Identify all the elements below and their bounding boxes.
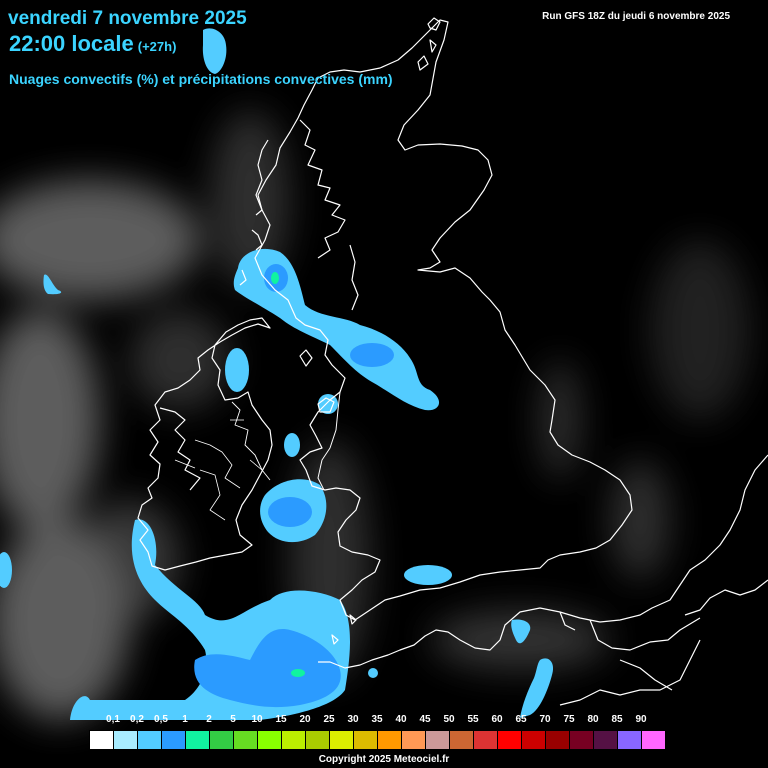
legend-swatch [281, 731, 305, 749]
precip-core-scotland-east [350, 343, 394, 367]
precip-area-scotland [233, 248, 440, 411]
legend-label: 10 [251, 714, 263, 725]
run-info: Run GFS 18Z du jeudi 6 novembre 2025 [542, 11, 730, 22]
legend-swatch [353, 731, 377, 749]
legend-label: 1 [182, 714, 188, 725]
legend-swatch [185, 731, 209, 749]
legend-label: 0,1 [106, 714, 120, 725]
legend-swatch [137, 731, 161, 749]
cloud-cover-layer [0, 110, 750, 720]
precip-cell-midlands [284, 433, 300, 457]
legend-label: 50 [443, 714, 455, 725]
legend-label: 90 [635, 714, 647, 725]
legend-swatch [545, 731, 569, 749]
map-subtitle: Nuages convectifs (%) et précipitations … [9, 71, 393, 87]
legend-swatch [377, 731, 401, 749]
legend-label: 45 [419, 714, 431, 725]
coast-isle-of-man [299, 349, 313, 367]
legend-swatch [113, 731, 137, 749]
legend-label: 20 [299, 714, 311, 725]
copyright: Copyright 2025 Meteociel.fr [318, 754, 450, 765]
legend-label: 35 [371, 714, 383, 725]
legend-label: 30 [347, 714, 359, 725]
legend-swatch [161, 731, 185, 749]
legend-label: 70 [539, 714, 551, 725]
legend-label: 5 [230, 714, 236, 725]
legend-swatch [329, 731, 353, 749]
legend-label: 40 [395, 714, 407, 725]
precip-green-southwest [291, 669, 305, 677]
legend-swatch [233, 731, 257, 749]
legend-labels: 0,1 0,2 0,5 1 2 5 10 15 20 25 30 35 40 45 50 55 60 65 70 75… [89, 714, 665, 728]
legend-label: 80 [587, 714, 599, 725]
coast-counties-ireland [174, 419, 263, 521]
coast-northern-isles [417, 17, 441, 71]
legend-swatch [473, 731, 497, 749]
legend-swatch [593, 731, 617, 749]
legend-label: 55 [467, 714, 479, 725]
legend-swatch [401, 731, 425, 749]
legend-swatch [257, 731, 281, 749]
legend-label: 65 [515, 714, 527, 725]
legend-swatch [425, 731, 449, 749]
forecast-offset: (+27h) [137, 39, 177, 54]
legend-label: 60 [491, 714, 503, 725]
precip-cell-ireland-north [225, 348, 249, 392]
precip-cell-brittany [368, 668, 378, 678]
legend-label: 25 [323, 714, 335, 725]
coast-scottish-lochs [299, 119, 359, 311]
precip-cell-irish-sea [318, 394, 338, 414]
legend-label: 0,5 [154, 714, 168, 725]
legend-swatch [449, 731, 473, 749]
legend-swatch [90, 731, 113, 749]
coast-ireland-border [231, 401, 271, 481]
legend-color-bar [89, 730, 666, 752]
legend-swatch [569, 731, 593, 749]
legend-swatch [641, 731, 665, 749]
legend-swatch [617, 731, 641, 749]
legend-label: 75 [563, 714, 575, 725]
legend-label: 15 [275, 714, 287, 725]
legend-label: 2 [206, 714, 212, 725]
legend-swatch [305, 731, 329, 749]
precip-core-wales [268, 497, 312, 527]
coast-ireland-detail [159, 407, 201, 491]
forecast-time: 22:00 locale (+27h) [9, 33, 176, 55]
precip-green-scotland [271, 272, 279, 284]
precip-cell-top [202, 28, 227, 75]
legend-swatch [497, 731, 521, 749]
legend-label: 85 [611, 714, 623, 725]
legend-swatch [521, 731, 545, 749]
forecast-date: vendredi 7 novembre 2025 [8, 8, 247, 29]
forecast-time-value: 22:00 locale [9, 31, 134, 56]
legend-label: 0,2 [130, 714, 144, 725]
legend-swatch [209, 731, 233, 749]
forecast-map [0, 17, 768, 720]
precip-cell-channel [404, 565, 452, 585]
